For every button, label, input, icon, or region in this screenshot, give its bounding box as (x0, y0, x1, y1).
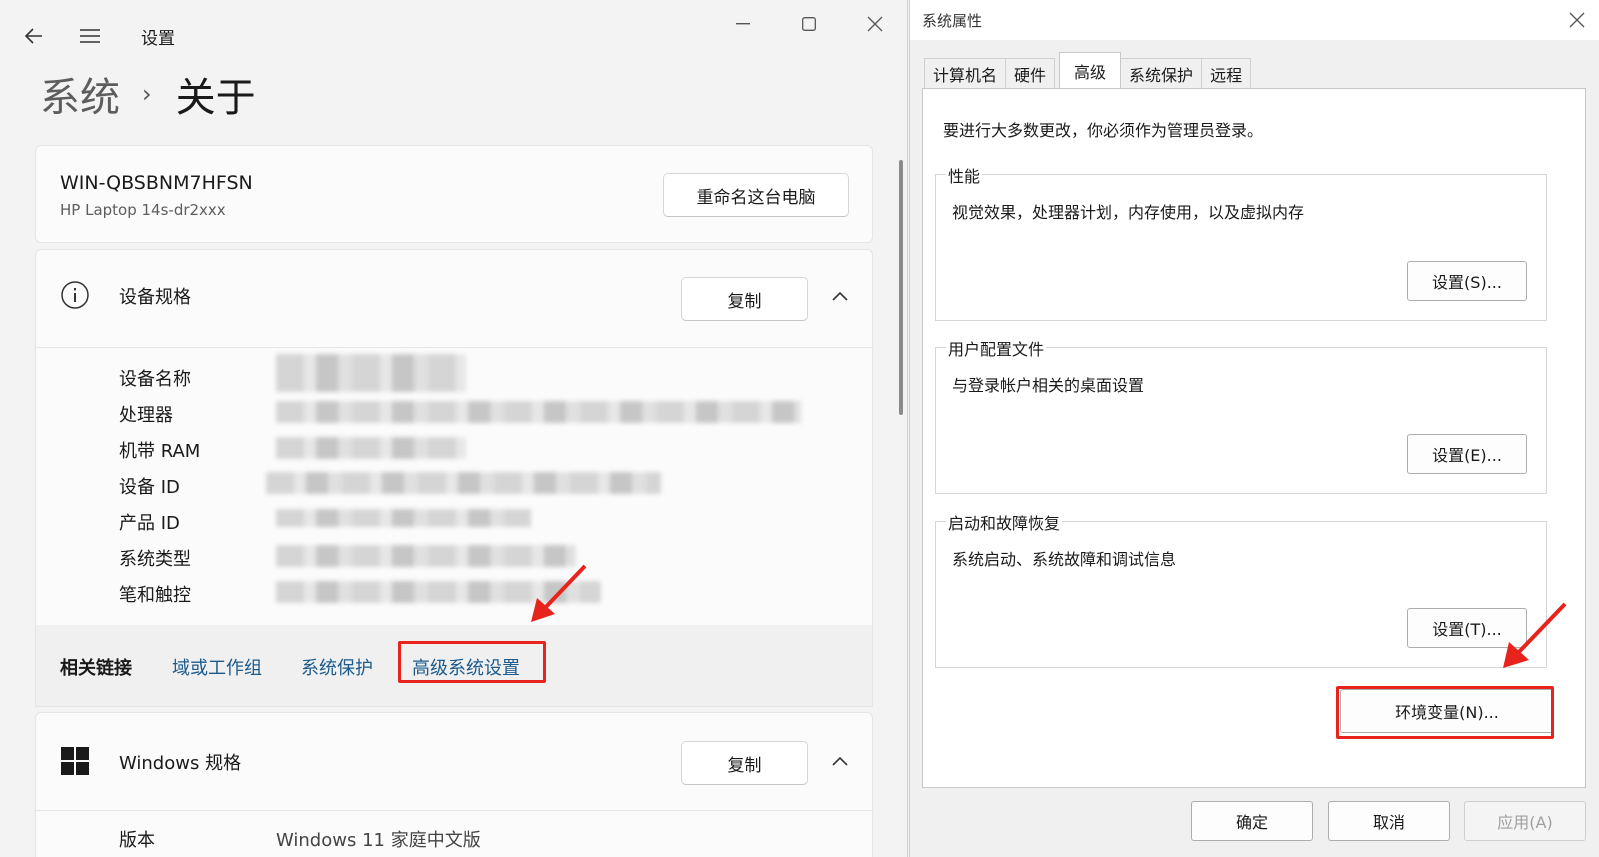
user-profiles-description: 与登录帐户相关的桌面设置 (952, 376, 1145, 395)
admin-note: 要进行大多数更改，你必须作为管理员登录。 (943, 121, 1264, 140)
breadcrumb: 系统 › 关于 (40, 64, 256, 124)
back-arrow-icon[interactable] (18, 20, 50, 52)
tab-remote[interactable]: 远程 (1201, 58, 1252, 88)
user-profiles-group: 用户配置文件 与登录帐户相关的桌面设置 设置(E)... (935, 336, 1547, 494)
breadcrumb-separator-icon: › (142, 80, 152, 108)
domain-workgroup-link[interactable]: 域或工作组 (172, 654, 262, 680)
arrow-annotation-icon (1503, 602, 1567, 668)
info-icon (60, 280, 90, 310)
maximize-icon[interactable] (786, 8, 832, 40)
computer-name: WIN-QBSBNM7HFSN (60, 172, 253, 194)
system-properties-dialog: 系统属性 计算机名 硬件 高级 系统保护 远程 要进行大多数更改，你必须作为管理… (909, 0, 1599, 857)
spec-label-device-name: 设备名称 (119, 369, 191, 390)
device-model: HP Laptop 14s-dr2xxx (60, 201, 226, 219)
rename-pc-button[interactable]: 重命名这台电脑 (663, 173, 849, 217)
device-specs-heading: 设备规格 (119, 287, 191, 308)
performance-group: 性能 视觉效果，处理器计划，内存使用，以及虚拟内存 设置(S)... (935, 163, 1547, 321)
settings-titlebar: 设置 (0, 0, 907, 64)
copy-specs-button[interactable]: 复制 (681, 277, 808, 321)
edition-label: 版本 (119, 830, 155, 851)
spec-label-device-id: 设备 ID (119, 477, 180, 498)
blurred-device-id (266, 472, 661, 494)
scrollbar[interactable] (899, 160, 903, 415)
related-links-bar: 相关链接 域或工作组 系统保护 高级系统设置 (35, 625, 873, 707)
blurred-product-id (276, 509, 531, 527)
performance-legend: 性能 (946, 163, 983, 187)
menu-icon[interactable] (74, 20, 106, 52)
startup-recovery-description: 系统启动、系统故障和调试信息 (952, 550, 1177, 569)
breadcrumb-parent[interactable]: 系统 (40, 65, 120, 123)
page-title: 关于 (175, 75, 256, 121)
user-profiles-legend: 用户配置文件 (946, 336, 1047, 360)
close-icon[interactable] (852, 8, 898, 40)
dialog-titlebar: 系统属性 (910, 0, 1599, 40)
tab-hardware[interactable]: 硬件 (1005, 58, 1056, 88)
blurred-processor (276, 401, 801, 423)
highlight-box (1336, 686, 1554, 739)
minimize-icon[interactable] (720, 8, 766, 40)
close-icon[interactable] (1560, 4, 1594, 36)
windows-specs-card: Windows 规格 复制 版本 Windows 11 家庭中文版 (35, 712, 874, 857)
tab-advanced[interactable]: 高级 (1059, 52, 1122, 88)
highlight-box (398, 641, 546, 683)
spec-label-system-type: 系统类型 (119, 549, 191, 570)
arrow-annotation-icon (531, 564, 587, 622)
tab-system-protection[interactable]: 系统保护 (1120, 58, 1203, 88)
performance-description: 视觉效果，处理器计划，内存使用，以及虚拟内存 (952, 203, 1305, 222)
copy-windows-specs-button[interactable]: 复制 (681, 741, 808, 785)
spec-label-pen-touch: 笔和触控 (119, 585, 191, 606)
spec-label-ram: 机带 RAM (119, 441, 201, 462)
tab-computer-name[interactable]: 计算机名 (924, 58, 1007, 88)
dialog-title: 系统属性 (922, 12, 983, 30)
startup-recovery-legend: 启动和故障恢复 (946, 510, 1063, 534)
cancel-button[interactable]: 取消 (1328, 801, 1450, 841)
divider (36, 810, 874, 811)
spec-label-processor: 处理器 (119, 405, 173, 426)
chevron-up-icon[interactable] (824, 280, 856, 312)
blurred-device-name (276, 354, 466, 392)
system-protection-link[interactable]: 系统保护 (301, 654, 373, 680)
related-links-title: 相关链接 (60, 658, 132, 679)
advanced-tab-panel: 要进行大多数更改，你必须作为管理员登录。 性能 视觉效果，处理器计划，内存使用，… (922, 88, 1586, 788)
apply-button[interactable]: 应用(A) (1464, 801, 1586, 841)
device-name-card: WIN-QBSBNM7HFSN HP Laptop 14s-dr2xxx 重命名… (35, 145, 873, 243)
chevron-up-icon[interactable] (824, 745, 856, 777)
device-specs-card: 设备规格 复制 设备名称 处理器 机带 RAM 设备 ID 产品 ID 系统类型… (35, 249, 874, 626)
startup-recovery-group: 启动和故障恢复 系统启动、系统故障和调试信息 设置(T)... (935, 510, 1547, 668)
settings-window: 设置 系统 › 关于 WIN-QBSBNM7HFSN HP Laptop 14s… (0, 0, 908, 857)
dialog-tabs: 计算机名 硬件 高级 系统保护 远程 (924, 52, 1252, 88)
windows-specs-heading: Windows 规格 (119, 753, 242, 774)
divider (36, 347, 874, 348)
windows-logo-icon (61, 747, 89, 775)
spec-label-product-id: 产品 ID (119, 513, 180, 534)
user-profiles-settings-button[interactable]: 设置(E)... (1407, 434, 1527, 474)
settings-title: 设置 (141, 29, 175, 49)
edition-value: Windows 11 家庭中文版 (276, 830, 481, 851)
blurred-ram (276, 437, 466, 459)
performance-settings-button[interactable]: 设置(S)... (1407, 261, 1527, 301)
ok-button[interactable]: 确定 (1191, 801, 1313, 841)
